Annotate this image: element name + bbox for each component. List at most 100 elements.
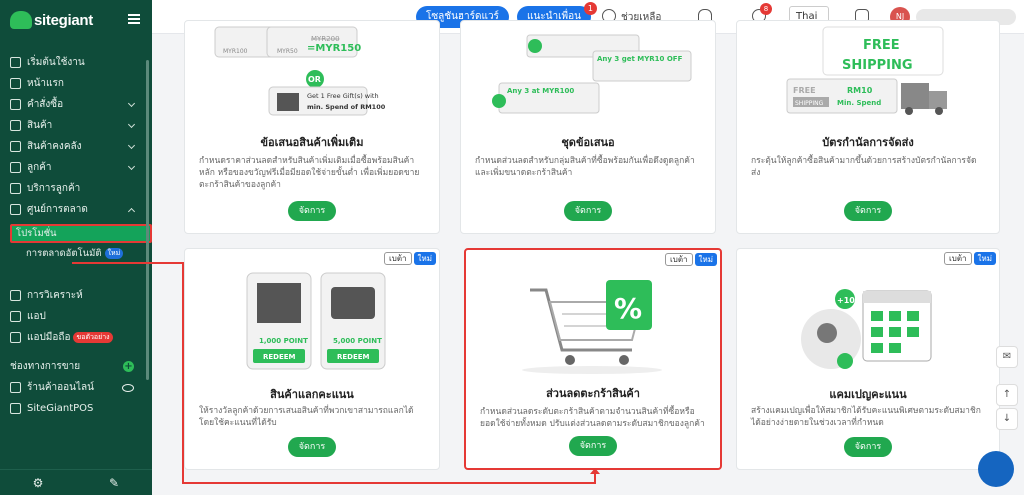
- new-badge: ใหม่: [413, 252, 436, 265]
- sidebar-item-analytics[interactable]: การวิเคราะห์: [0, 285, 152, 306]
- shipping-text: SHIPPING: [795, 100, 824, 107]
- add-channel-icon[interactable]: +: [123, 361, 134, 372]
- beta-badge: เบต้า: [384, 252, 412, 265]
- sidebar-footer: ⚙ ✎: [0, 469, 152, 495]
- card-description: ให้รางวัลลูกค้าด้วยการเสนอสินค้าที่พวกเข…: [199, 406, 414, 428]
- notification-badge: 1: [583, 2, 597, 15]
- section-label: ช่องทางการขาย: [10, 361, 81, 372]
- eye-icon[interactable]: [122, 383, 134, 392]
- sidebar-item-mobile-app[interactable]: แอปมือถือ ขอตัวอย่าง: [0, 327, 152, 348]
- scroll-up-icon[interactable]: ↑: [996, 384, 1018, 406]
- home-icon: [10, 78, 21, 89]
- sidebar-sub-automation[interactable]: การตลาดอัตโนมัติ ใหม่: [0, 243, 152, 263]
- card-bundle-offer: Any 3 get MYR10 OFF Any 3 at MYR100 ชุดข…: [460, 20, 716, 234]
- manage-button[interactable]: จัดการ: [288, 201, 336, 221]
- sidebar-item-customers[interactable]: ลูกค้า: [0, 157, 152, 178]
- logo[interactable]: sitegiant: [10, 11, 93, 29]
- logo-icon: [10, 11, 32, 29]
- chat-icon[interactable]: [978, 451, 1014, 487]
- chevron-down-icon: [127, 99, 136, 108]
- percent-icon: [10, 204, 21, 215]
- sidebar-item-online-store[interactable]: ร้านค้าออนไลน์: [0, 377, 152, 398]
- manage-button[interactable]: จัดการ: [569, 436, 617, 456]
- sidebar-item-label: แอป: [27, 311, 46, 322]
- card-title: ส่วนลดตะกร้าสินค้า: [546, 387, 640, 400]
- addon-offer-illustration: MYR200 =MYR150 MYR100 MYR50 OR Get 1 Fre…: [214, 26, 386, 116]
- store-icon: [10, 382, 21, 393]
- card-description: กำหนดราคาส่วนลดสำหรับสินค้าเพิ่มเติมเมื่…: [199, 156, 420, 190]
- card-title: บัตรกำนัลการจัดส่ง: [822, 136, 914, 149]
- analytics-icon: [10, 290, 21, 301]
- gift-text: Get 1 Free Gift(s) with: [307, 92, 379, 100]
- card-shipping-voucher: FREE SHIPPING FREE SHIPPING RM10 Min. Sp…: [736, 20, 1000, 234]
- annotation-line: [182, 262, 184, 484]
- sidebar-sub-promotions[interactable]: โปรโมชั่น: [10, 224, 152, 243]
- manage-button[interactable]: จัดการ: [288, 437, 336, 457]
- card-title: แคมเปญคะแนน: [829, 388, 907, 401]
- sidebar-item-label: ศูนย์การตลาด: [27, 204, 88, 215]
- points-redemption-illustration: 1,000 POINT REDEEM 5,000 POINT REDEEM: [246, 272, 386, 370]
- manage-button[interactable]: จัดการ: [564, 201, 612, 221]
- free-text: FREE: [793, 86, 816, 95]
- scroll-down-icon[interactable]: ↓: [996, 408, 1018, 430]
- sidebar-item-apps[interactable]: แอป: [0, 306, 152, 327]
- new-price-text: =MYR150: [307, 43, 361, 54]
- or-label: OR: [308, 75, 321, 84]
- brush-icon[interactable]: ✎: [76, 476, 152, 490]
- shipping-voucher-illustration: FREE SHIPPING FREE SHIPPING RM10 Min. Sp…: [786, 26, 947, 115]
- sidebar-item-orders[interactable]: คำสั่งซื้อ: [0, 94, 152, 115]
- sales-channels-header: ช่องทางการขาย +: [0, 356, 152, 377]
- annotation-line: [182, 482, 596, 484]
- sidebar-item-home[interactable]: หน้าแรก: [0, 73, 152, 94]
- sidebar-item-inventory[interactable]: สินค้าคงคลัง: [0, 136, 152, 157]
- card-description: สร้างแคมเปญเพื่อให้สมาชิกได้รับคะแนนพิเศ…: [751, 406, 981, 428]
- logo-text: sitegiant: [34, 11, 93, 29]
- warehouse-icon: [10, 141, 21, 152]
- redeem-text: REDEEM: [263, 353, 296, 361]
- card-description: กำหนดส่วนลดสำหรับกลุ่มสินค้าที่ซื้อพร้อม…: [475, 156, 695, 178]
- sidebar-item-label: เริ่มต้นใช้งาน: [27, 57, 85, 68]
- card-tags: เบต้า ใหม่: [665, 253, 717, 266]
- amount-text: RM10: [847, 86, 873, 95]
- box-icon: [10, 120, 21, 131]
- card-tags: เบต้า ใหม่: [944, 252, 996, 265]
- sidebar-sub-label: การตลาดอัตโนมัติ: [26, 247, 102, 259]
- notification-badge: 8: [760, 3, 772, 15]
- shipping-text: SHIPPING: [842, 58, 913, 73]
- sidebar-item-products[interactable]: สินค้า: [0, 115, 152, 136]
- annotation-arrowhead-icon: [590, 468, 600, 474]
- plus-points-text: +10: [837, 296, 855, 305]
- apps-icon: [10, 311, 21, 322]
- settings-icon[interactable]: ⚙: [0, 476, 76, 490]
- sidebar-item-marketing[interactable]: ศูนย์การตลาด: [0, 199, 152, 220]
- sidebar-item-customer-service[interactable]: บริการลูกค้า: [0, 178, 152, 199]
- manage-button[interactable]: จัดการ: [844, 437, 892, 457]
- chat-icon: [10, 183, 21, 194]
- sidebar-item-label: บริการลูกค้า: [27, 183, 81, 194]
- sidebar-sub-label: โปรโมชั่น: [16, 228, 57, 239]
- sidebar-item-label: แอปมือถือ: [27, 332, 71, 343]
- manage-button[interactable]: จัดการ: [844, 201, 892, 221]
- sidebar-header: sitegiant: [0, 0, 152, 40]
- card-points-redemption: เบต้า ใหม่ 1,000 POINT REDEEM 5,000 POIN…: [184, 248, 440, 470]
- rocket-icon: [10, 57, 21, 68]
- beta-badge: เบต้า: [944, 252, 972, 265]
- points-text: 5,000 POINT: [333, 337, 382, 345]
- sidebar-item-label: คำสั่งซื้อ: [27, 99, 64, 110]
- price-label: MYR50: [277, 48, 298, 55]
- card-description: กระตุ้นให้ลูกค้าซื้อสินค้ามากขึ้นด้วยการ…: [751, 156, 977, 178]
- sidebar-item-pos[interactable]: SiteGiantPOS: [0, 398, 152, 419]
- new-badge: ใหม่: [973, 252, 996, 265]
- card-cart-discount: เบต้า ใหม่ % ส่วนลดตะกร้าสินค้า กำหนดส่ว…: [464, 248, 722, 470]
- sidebar-item-getting-started[interactable]: เริ่มต้นใช้งาน: [0, 52, 152, 73]
- points-text: 1,000 POINT: [259, 337, 308, 345]
- chevron-down-icon: [127, 141, 136, 150]
- sidebar-nav: เริ่มต้นใช้งาน หน้าแรก คำสั่งซื้อ สินค้า…: [0, 40, 152, 419]
- sidebar-item-label: SiteGiantPOS: [27, 403, 94, 414]
- pos-icon: [10, 403, 21, 414]
- mail-icon[interactable]: ✉: [996, 346, 1018, 368]
- menu-toggle-icon[interactable]: [128, 14, 140, 24]
- new-badge: ใหม่: [694, 253, 717, 266]
- users-icon: [10, 162, 21, 173]
- chevron-down-icon: [127, 120, 136, 129]
